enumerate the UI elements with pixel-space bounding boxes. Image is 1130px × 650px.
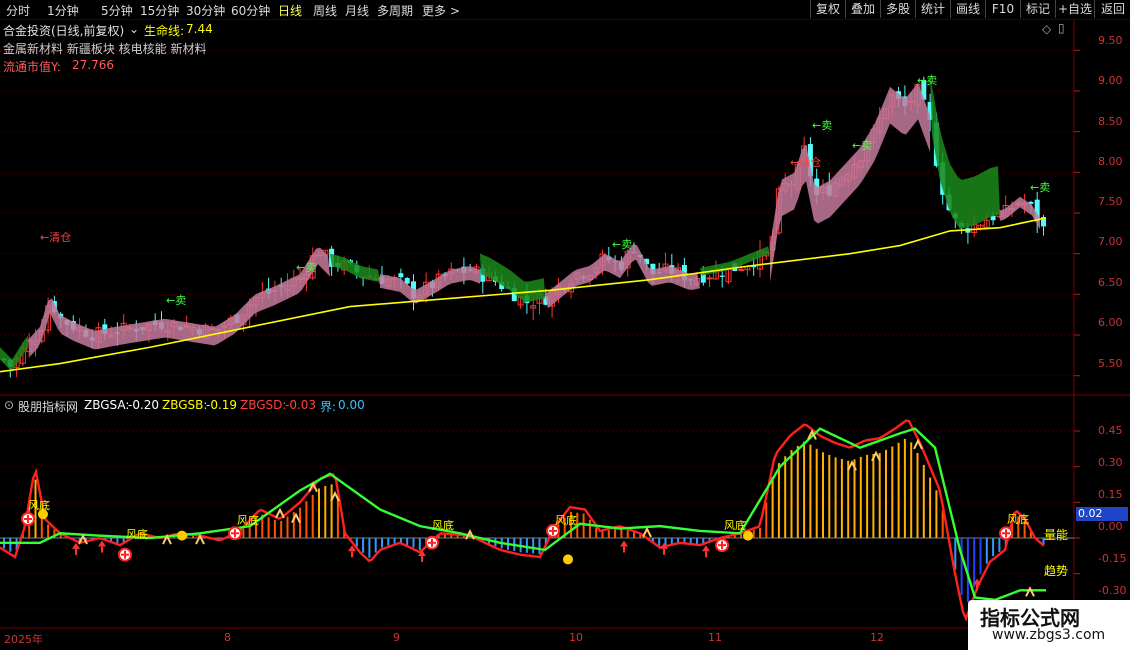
x-tick-label: 11 — [708, 631, 722, 644]
watermark-box: 指标公式网 www.zbgs3.com — [968, 600, 1130, 650]
feng-di-label: 风底 — [28, 499, 50, 512]
zbgsd-line — [0, 419, 1045, 622]
signal-label: ←卖 — [812, 119, 833, 132]
draw-line-button[interactable]: 画线 — [950, 0, 985, 18]
candle-body — [719, 275, 725, 277]
float-cap-value: 27.766 — [72, 58, 114, 72]
period-tab-multi[interactable]: 多周期 — [377, 2, 413, 19]
signal-label: ←卖 — [612, 238, 633, 251]
signal-label: ←清仓 — [790, 156, 822, 169]
ind-y-tick-label: 0.30 — [1098, 456, 1123, 469]
period-tab-monthly[interactable]: 月线 — [345, 2, 369, 19]
coin-marker — [177, 530, 187, 541]
period-tab-5min[interactable]: 5分钟 — [101, 2, 133, 19]
period-tab-more[interactable]: 更多 > — [422, 2, 460, 19]
add-watchlist-button[interactable]: +自选 — [1055, 0, 1094, 18]
y-tick-label: 9.50 — [1098, 34, 1123, 47]
current-value-tag: 0.02 — [1076, 507, 1128, 521]
zbgsb-label: ZBGSB: — [162, 398, 208, 412]
ind-y-tick-label: 0.15 — [1098, 488, 1123, 501]
period-tab-fenshi[interactable]: 分时 — [6, 2, 30, 19]
life-line-label: 生命线: — [144, 24, 185, 38]
up-arrow — [620, 540, 628, 547]
zbgsa-value: -0.20 — [128, 398, 160, 412]
ind-y-tick-label: 0.00 — [1098, 520, 1123, 533]
y-tick-label: 7.00 — [1098, 235, 1123, 248]
jie-value: 0.00 — [338, 398, 365, 412]
sector-tags: 金属新材料 新疆板块 核电核能 新材料 — [3, 42, 207, 56]
period-tab-weekly[interactable]: 周线 — [313, 2, 337, 19]
feng-di-label: 风底 — [126, 528, 148, 541]
ind-y-tick-label: -0.15 — [1098, 552, 1127, 565]
toolbar: 分时 1分钟 5分钟 15分钟 30分钟 60分钟 日线 周线 月线 多周期 更… — [0, 0, 1130, 20]
scroll-handle-icon[interactable]: ▯ — [1058, 21, 1065, 35]
candle-body — [706, 277, 713, 280]
period-tab-15min[interactable]: 15分钟 — [140, 2, 179, 19]
float-cap-label: 流通市值Y: — [3, 60, 61, 74]
period-tab-60min[interactable]: 60分钟 — [231, 2, 270, 19]
person-marker — [275, 507, 285, 519]
overlay-button[interactable]: 叠加 — [845, 0, 880, 18]
feng-di-label: 风底 — [432, 519, 454, 532]
mark-button[interactable]: 标记 — [1020, 0, 1055, 18]
zbgsa-label: ZBGSA: — [84, 398, 130, 412]
collapse-icon[interactable]: ⌄ — [129, 22, 139, 36]
ribbon-band — [770, 82, 930, 283]
signal-label: ←卖 — [296, 261, 317, 274]
signal-label: ←卖 — [166, 294, 187, 307]
ind-y-tick-label: 0.45 — [1098, 424, 1123, 437]
signal-label: ←卖 — [917, 74, 938, 87]
x-tick-label: 9 — [393, 631, 400, 644]
liang-neng-label: 量能 — [1044, 528, 1069, 542]
signal-label: ←清仓 — [40, 231, 72, 244]
multi-stock-button[interactable]: 多股 — [880, 0, 915, 18]
y-tick-label: 6.00 — [1098, 316, 1123, 329]
signal-label: ←卖 — [1030, 181, 1051, 194]
signal-label: ←卖 — [852, 139, 873, 152]
period-tab-30min[interactable]: 30分钟 — [186, 2, 225, 19]
feng-di-label: 风底 — [724, 519, 746, 532]
candle-body — [398, 273, 404, 278]
ribbon-band — [0, 335, 28, 372]
watermark-url: www.zbgs3.com — [992, 627, 1106, 643]
x-tick-label: 8 — [224, 631, 231, 644]
period-tab-daily[interactable]: 日线 — [278, 2, 302, 19]
ind-y-tick-label: -0.30 — [1098, 584, 1127, 597]
x-tick-label: 2025年 — [4, 633, 43, 646]
zbgsd-label: ZBGSD: — [240, 398, 287, 412]
back-button[interactable]: 返回 — [1094, 0, 1130, 18]
chart-canvas — [0, 20, 1130, 650]
x-tick-label: 12 — [870, 631, 884, 644]
y-tick-label: 9.00 — [1098, 74, 1123, 87]
stats-button[interactable]: 统计 — [915, 0, 950, 18]
adjust-button[interactable]: 复权 — [810, 0, 845, 18]
diamond-icon[interactable]: ◇ — [1042, 22, 1051, 36]
x-tick-label: 10 — [569, 631, 583, 644]
stock-title: 合金投资(日线,前复权) — [3, 24, 125, 38]
ribbon-band — [930, 74, 1000, 230]
y-tick-label: 7.50 — [1098, 195, 1123, 208]
zbgsd-value: -0.03 — [285, 398, 317, 412]
feng-di-label: 风底 — [237, 514, 259, 527]
y-tick-label: 5.50 — [1098, 357, 1123, 370]
f10-button[interactable]: F10 — [985, 0, 1020, 18]
feng-di-label: 风底 — [1007, 513, 1029, 526]
life-line-value: 7.44 — [186, 22, 213, 36]
candle-body — [738, 268, 745, 271]
jie-label: 界: — [320, 400, 337, 414]
y-tick-label: 8.00 — [1098, 155, 1123, 168]
coin-marker — [563, 554, 573, 565]
up-arrow — [98, 540, 106, 547]
person-marker — [642, 526, 652, 538]
feng-di-label: 风底 — [555, 514, 577, 527]
zbgsb-value: -0.19 — [206, 398, 238, 412]
qu-shi-label: 趋势 — [1044, 564, 1069, 578]
indicator-toggle-icon[interactable]: ⊙ — [4, 398, 14, 412]
period-tab-1min[interactable]: 1分钟 — [47, 2, 79, 19]
indicator-name: 股朋指标网 — [18, 400, 79, 414]
y-tick-label: 8.50 — [1098, 115, 1123, 128]
y-tick-label: 6.50 — [1098, 276, 1123, 289]
up-arrow — [702, 545, 710, 552]
